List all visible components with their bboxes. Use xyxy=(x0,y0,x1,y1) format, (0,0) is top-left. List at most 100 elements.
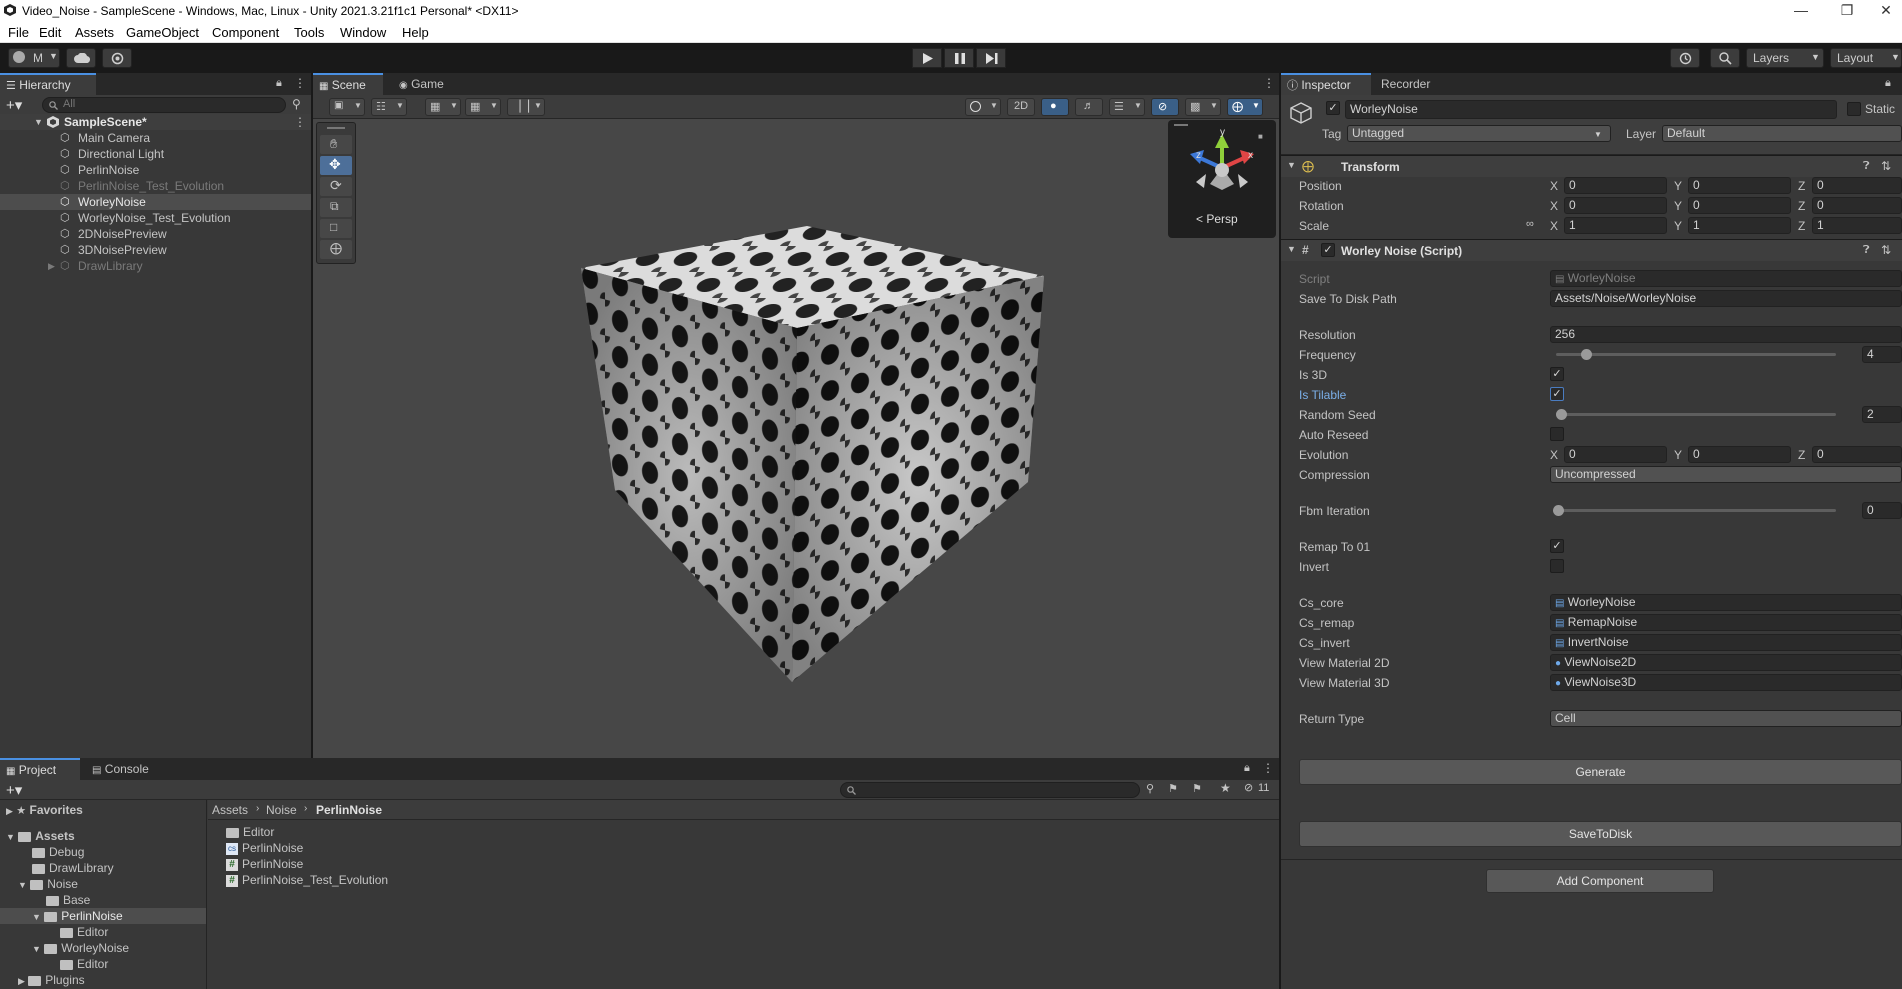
tree-item-perlinnoise[interactable]: ▼ PerlinNoise xyxy=(0,908,206,924)
more-options-icon[interactable]: ⋮ xyxy=(1262,761,1274,775)
tab-project[interactable]: ▦ Project xyxy=(0,758,80,780)
restore-button[interactable]: ❐ xyxy=(1824,0,1870,22)
save-to-disk-button[interactable]: SaveToDisk xyxy=(1299,821,1902,847)
tree-item-debug[interactable]: Debug xyxy=(32,844,84,860)
auto-reseed-checkbox[interactable] xyxy=(1550,427,1564,441)
perspective-toggle[interactable]: < Persp xyxy=(1196,212,1238,226)
add-asset-button[interactable]: +▾ xyxy=(6,781,22,799)
settings-icon[interactable]: ⇅ xyxy=(1881,159,1891,173)
lock-icon[interactable]: 🔒︎ xyxy=(276,77,282,90)
more-options-icon[interactable]: ⋮ xyxy=(1263,76,1275,90)
static-checkbox[interactable] xyxy=(1847,102,1861,116)
tree-item-editor[interactable]: Editor xyxy=(60,924,108,940)
evolution-y-field[interactable]: 0 xyxy=(1688,446,1791,463)
rotation-y-field[interactable]: 0 xyxy=(1688,197,1791,214)
scene-visibility-icon[interactable]: ⚲ xyxy=(292,97,301,111)
panel-divider[interactable] xyxy=(1279,73,1281,989)
tree-item-base[interactable]: Base xyxy=(46,892,90,908)
breadcrumb-perlinnoise[interactable]: PerlinNoise xyxy=(316,803,382,817)
filter-by-label-icon[interactable]: ⚑ xyxy=(1168,782,1178,795)
toggle-2d-button[interactable]: 2D xyxy=(1007,98,1035,116)
menu-tools[interactable]: Tools xyxy=(294,25,324,40)
menu-help[interactable]: Help xyxy=(402,25,429,40)
help-icon[interactable]: ❓︎ xyxy=(1863,160,1870,173)
menu-window[interactable]: Window xyxy=(340,25,386,40)
tab-game[interactable]: ◉ Game xyxy=(393,73,457,95)
history-button[interactable] xyxy=(1670,48,1700,68)
worley-noise-script-header[interactable]: ▼ # ✓ Worley Noise (Script) ❓︎ ⇅ xyxy=(1281,239,1902,261)
fbm-slider[interactable] xyxy=(1553,504,1841,518)
position-x-field[interactable]: 0 xyxy=(1564,177,1667,194)
scale-x-field[interactable]: 1 xyxy=(1564,217,1667,234)
hierarchy-item-perlinnoise-test-evolution[interactable]: ⬡ PerlinNoise_Test_Evolution xyxy=(0,178,311,194)
lighting-toggle[interactable]: ● xyxy=(1041,98,1069,116)
position-y-field[interactable]: 0 xyxy=(1688,177,1791,194)
fbm-slider-thumb[interactable] xyxy=(1553,505,1564,516)
file-item-editor[interactable]: Editor xyxy=(226,824,274,840)
scale-z-field[interactable]: 1 xyxy=(1812,217,1902,234)
evolution-z-field[interactable]: 0 xyxy=(1812,446,1902,463)
cs-remap-field[interactable]: ▤ RemapNoise xyxy=(1550,614,1902,631)
invert-checkbox[interactable] xyxy=(1550,559,1564,573)
help-icon[interactable]: ❓︎ xyxy=(1863,244,1870,257)
link-icon[interactable]: ∞ xyxy=(1526,218,1534,230)
grid-visibility-button[interactable]: ▦ ▼ xyxy=(465,98,501,116)
search-by-type-icon[interactable]: ⚲ xyxy=(1146,782,1154,795)
tag-icon[interactable]: ⚑ xyxy=(1192,782,1202,795)
hierarchy-item-perlinnoise[interactable]: ⬡ PerlinNoise xyxy=(0,162,311,178)
evolution-x-field[interactable]: 0 xyxy=(1564,446,1667,463)
gizmos-dropdown[interactable]: ⨁ ▼ xyxy=(1227,98,1263,116)
play-button[interactable] xyxy=(912,48,942,68)
tab-scene[interactable]: ▦ Scene xyxy=(313,73,383,95)
add-object-button[interactable]: +▾ xyxy=(6,96,22,114)
frequency-input[interactable]: 4 xyxy=(1862,346,1902,363)
tag-dropdown[interactable]: Untagged ▼ xyxy=(1347,125,1611,142)
active-checkbox[interactable]: ✓ xyxy=(1326,101,1340,115)
save-path-input[interactable]: Assets/Noise/WorleyNoise xyxy=(1550,290,1902,307)
menu-file[interactable]: File xyxy=(8,25,29,40)
menu-assets[interactable]: Assets xyxy=(75,25,114,40)
lock-icon[interactable]: 🔒︎ xyxy=(1244,762,1250,775)
tree-item-assets[interactable]: ▼ Assets xyxy=(6,828,75,844)
move-tool-button[interactable]: ✥ xyxy=(320,156,352,175)
account-dropdown[interactable]: M ▼ xyxy=(8,48,60,68)
return-type-dropdown[interactable]: Cell xyxy=(1550,710,1902,727)
hidden-packages-icon[interactable]: ⊘ xyxy=(1244,781,1253,794)
tree-item-editor[interactable]: Editor xyxy=(60,956,108,972)
cs-invert-field[interactable]: ▤ InvertNoise xyxy=(1550,634,1902,651)
position-z-field[interactable]: 0 xyxy=(1812,177,1902,194)
random-seed-input[interactable]: 2 xyxy=(1862,406,1902,423)
hidden-objects-toggle[interactable]: ⊘ xyxy=(1151,98,1179,116)
random-seed-slider-thumb[interactable] xyxy=(1556,409,1567,420)
collab-button[interactable] xyxy=(102,48,132,68)
shading-mode-dropdown[interactable]: ▼ xyxy=(965,98,1001,116)
rotation-x-field[interactable]: 0 xyxy=(1564,197,1667,214)
breadcrumb-noise[interactable]: Noise xyxy=(266,803,297,817)
favorites-row[interactable]: ▶ ★ Favorites xyxy=(6,802,83,818)
minimize-button[interactable]: — xyxy=(1778,0,1824,22)
is3d-checkbox[interactable]: ✓ xyxy=(1550,367,1564,381)
istilable-checkbox[interactable]: ✓ xyxy=(1550,387,1564,401)
file-item-perlinnoise-test-evolution[interactable]: # PerlinNoise_Test_Evolution xyxy=(226,872,388,888)
rotate-tool-button[interactable]: ⟳ xyxy=(320,177,352,196)
script-enabled-checkbox[interactable]: ✓ xyxy=(1321,243,1335,257)
worley-noise-cube[interactable] xyxy=(575,220,1050,685)
hierarchy-item-worleynoise[interactable]: ⬡ WorleyNoise xyxy=(0,194,311,210)
settings-icon[interactable]: ⇅ xyxy=(1881,243,1891,257)
pause-button[interactable] xyxy=(944,48,974,68)
tree-item-worleynoise[interactable]: ▼ WorleyNoise xyxy=(32,940,129,956)
object-name-field[interactable]: WorleyNoise xyxy=(1345,100,1837,119)
tab-inspector[interactable]: ⓘ Inspector xyxy=(1281,73,1371,95)
menu-gameobject[interactable]: GameObject xyxy=(126,25,199,40)
favorite-star-icon[interactable]: ★ xyxy=(1220,781,1231,795)
more-options-icon[interactable]: ⋮ xyxy=(294,76,306,90)
fbm-input[interactable]: 0 xyxy=(1862,502,1902,519)
random-seed-slider[interactable] xyxy=(1556,408,1841,422)
camera-dropdown[interactable]: ▩ ▼ xyxy=(1185,98,1221,116)
tab-hierarchy[interactable]: ☰ Hierarchy xyxy=(0,73,96,95)
frequency-slider-thumb[interactable] xyxy=(1581,349,1592,360)
scene-row[interactable]: ▼ SampleScene* ⋮ xyxy=(0,114,311,130)
tree-item-drawlibrary[interactable]: DrawLibrary xyxy=(32,860,114,876)
lock-icon[interactable]: 🔒︎ xyxy=(1885,77,1891,90)
hierarchy-item-drawlibrary[interactable]: ▶ ⬡ DrawLibrary xyxy=(0,258,311,274)
